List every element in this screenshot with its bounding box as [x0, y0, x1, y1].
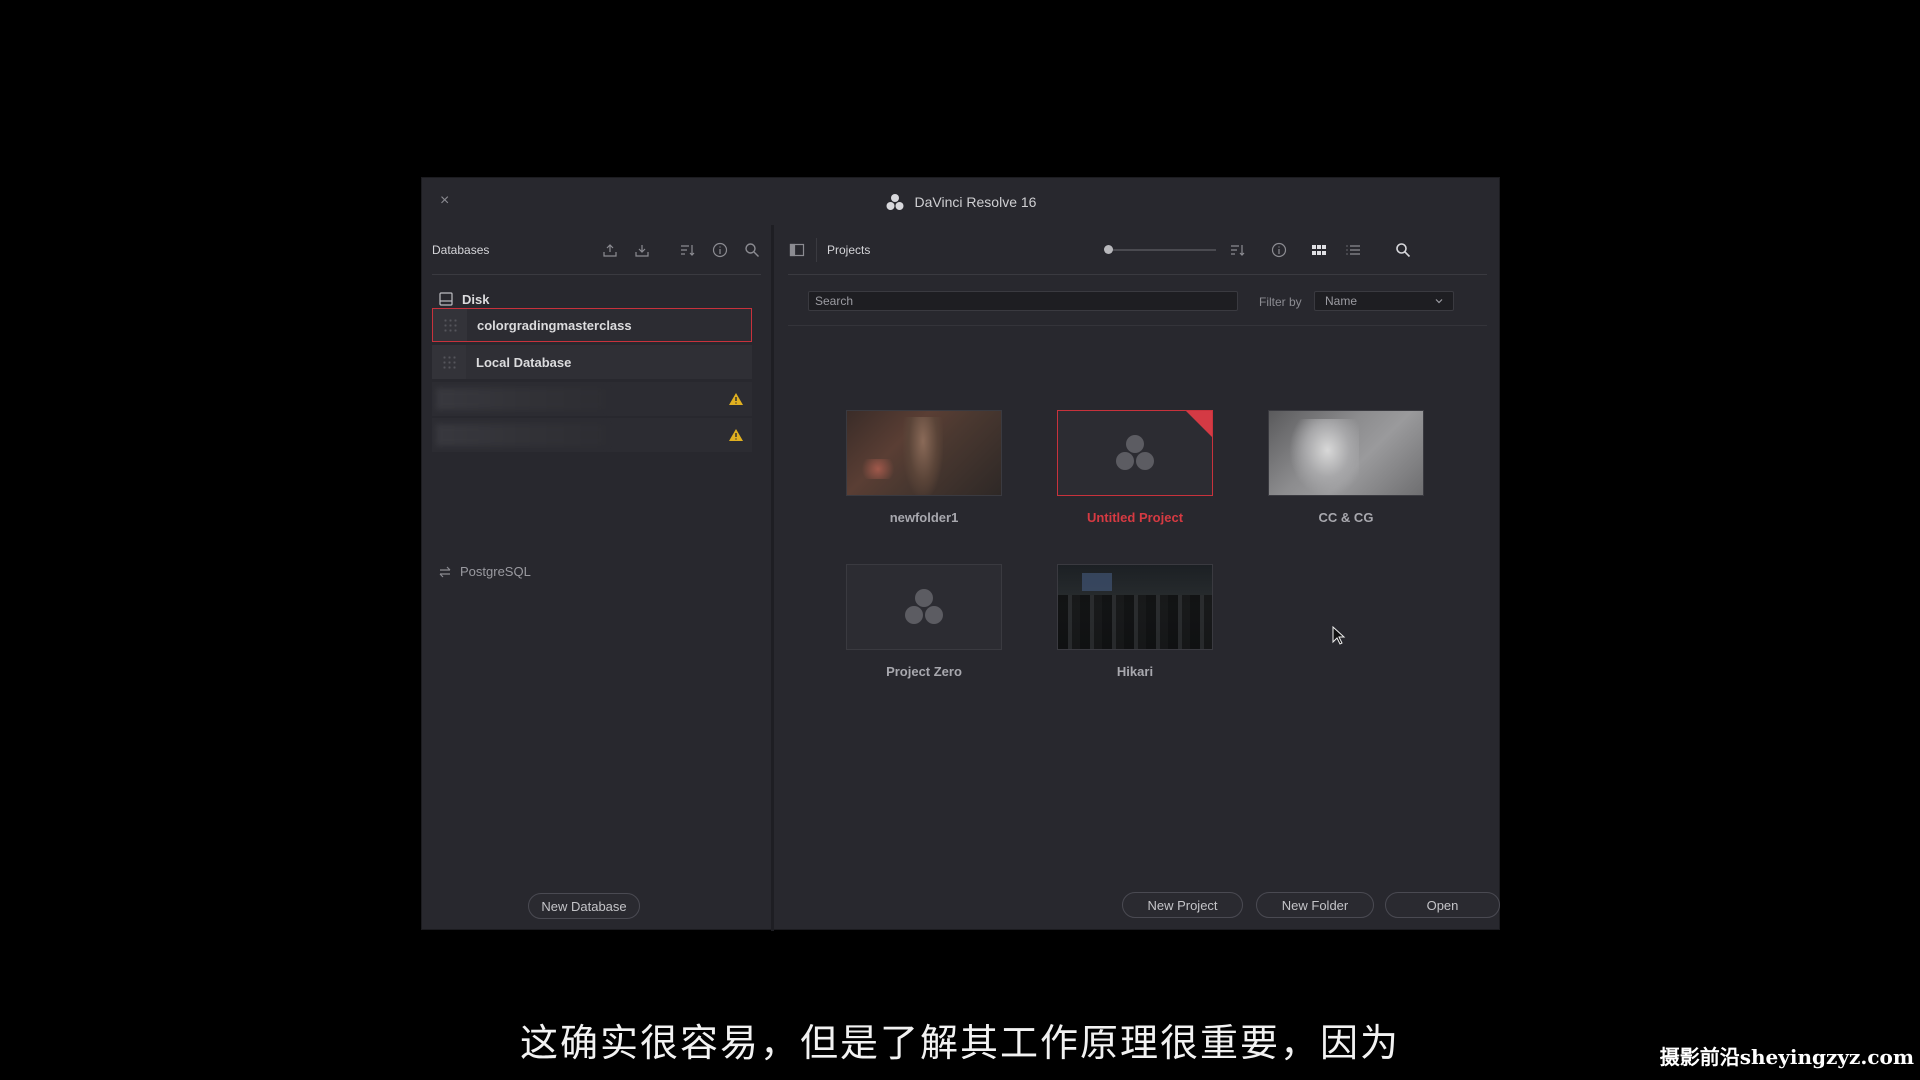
database-name: Local Database [476, 354, 572, 370]
postgresql-label: PostgreSQL [460, 564, 531, 579]
projects-title: Projects [827, 242, 871, 257]
filter-by-label: Filter by [1259, 295, 1302, 309]
drag-handle-icon [433, 309, 467, 341]
project-tile-label: Untitled Project [1086, 510, 1184, 525]
project-tile-newfolder1[interactable]: 1 newfolder1 [846, 410, 1002, 525]
project-thumbnail[interactable] [1057, 410, 1213, 496]
search-icon[interactable] [743, 241, 761, 259]
disk-label: Disk [462, 291, 490, 307]
project-manager-window: × DaVinci Resolve 16 Databases Disk colo… [421, 177, 1501, 931]
drag-handle-icon [432, 345, 466, 379]
warning-icon [729, 393, 743, 405]
toolbar-divider [788, 325, 1487, 326]
resolve-placeholder-icon [905, 589, 943, 624]
redacted-database-name [436, 424, 606, 446]
projects-panel: Projects Filter by Name [774, 225, 1501, 931]
project-search-input[interactable] [808, 291, 1238, 311]
davinci-logo-icon [886, 193, 904, 210]
postgresql-connect[interactable]: PostgreSQL [438, 564, 531, 579]
download-icon[interactable] [633, 241, 651, 259]
open-button[interactable]: Open [1385, 892, 1500, 918]
stage: × DaVinci Resolve 16 Databases Disk colo… [0, 0, 1920, 1080]
info-icon[interactable] [1270, 241, 1288, 259]
folder-count-badge: 1 [847, 410, 887, 411]
upload-icon[interactable] [601, 241, 619, 259]
disk-icon [439, 292, 453, 306]
sidebar-toggle-icon[interactable] [788, 241, 806, 259]
disk-section-header: Disk [438, 291, 489, 307]
search-icon[interactable] [1394, 241, 1412, 259]
current-project-flag-icon [1186, 411, 1212, 437]
project-tile-label: Project Zero [886, 664, 962, 679]
grid-view-icon[interactable] [1310, 241, 1328, 259]
databases-panel: Databases Disk colorgradingmasterclass L… [422, 225, 771, 931]
databases-header: Databases [432, 225, 761, 275]
resolve-placeholder-icon [1116, 435, 1154, 470]
database-item-local-database[interactable]: Local Database [432, 345, 752, 379]
sort-icon[interactable] [1229, 241, 1247, 259]
filter-by-select[interactable]: Name [1314, 291, 1454, 311]
redacted-database-name [436, 388, 606, 410]
database-item-redacted[interactable] [432, 382, 752, 416]
header-separator [816, 237, 817, 262]
video-subtitle: 这确实很容易，但是了解其工作原理很重要，因为 [519, 1021, 1400, 1065]
thumbnail-zoom-slider[interactable] [1104, 245, 1216, 254]
database-item-redacted[interactable] [432, 418, 752, 452]
mouse-cursor-icon [1332, 626, 1346, 645]
project-thumbnail[interactable] [1268, 410, 1424, 496]
connect-arrows-icon [439, 566, 451, 577]
project-tile-label: CC & CG [1318, 510, 1374, 525]
project-thumbnail[interactable] [1057, 564, 1213, 650]
list-view-icon[interactable] [1344, 241, 1362, 259]
project-tile-hikari[interactable]: Hikari [1057, 564, 1213, 679]
project-tile-project-zero[interactable]: Project Zero [846, 564, 1002, 679]
window-title: DaVinci Resolve 16 [914, 193, 1037, 210]
warning-icon [729, 429, 743, 441]
database-item-colorgradingmasterclass[interactable]: colorgradingmasterclass [432, 308, 752, 342]
project-tile-untitled-project[interactable]: Untitled Project [1057, 410, 1213, 525]
title-bar: × DaVinci Resolve 16 [422, 178, 1499, 225]
new-project-button[interactable]: New Project [1122, 892, 1243, 918]
close-icon[interactable]: × [440, 192, 449, 210]
zoom-slider-knob[interactable] [1104, 245, 1113, 254]
databases-title: Databases [432, 242, 490, 257]
app-title: DaVinci Resolve 16 [885, 192, 1037, 212]
info-icon[interactable] [711, 241, 729, 259]
project-tile-label: Hikari [1116, 664, 1154, 679]
project-thumbnail[interactable] [846, 564, 1002, 650]
project-tile-cc-cg[interactable]: CC & CG [1268, 410, 1424, 525]
new-database-button[interactable]: New Database [528, 893, 640, 919]
folder-thumbnail[interactable]: 1 [846, 410, 1002, 496]
watermark: 摄影前沿sheyingzyz.com [1659, 1045, 1914, 1069]
database-name: colorgradingmasterclass [477, 317, 632, 333]
project-tile-label: newfolder1 [889, 510, 959, 525]
chevron-down-icon [1435, 299, 1443, 304]
filter-selected-value: Name [1325, 294, 1358, 308]
new-folder-button[interactable]: New Folder [1256, 892, 1374, 918]
sort-icon[interactable] [679, 241, 697, 259]
